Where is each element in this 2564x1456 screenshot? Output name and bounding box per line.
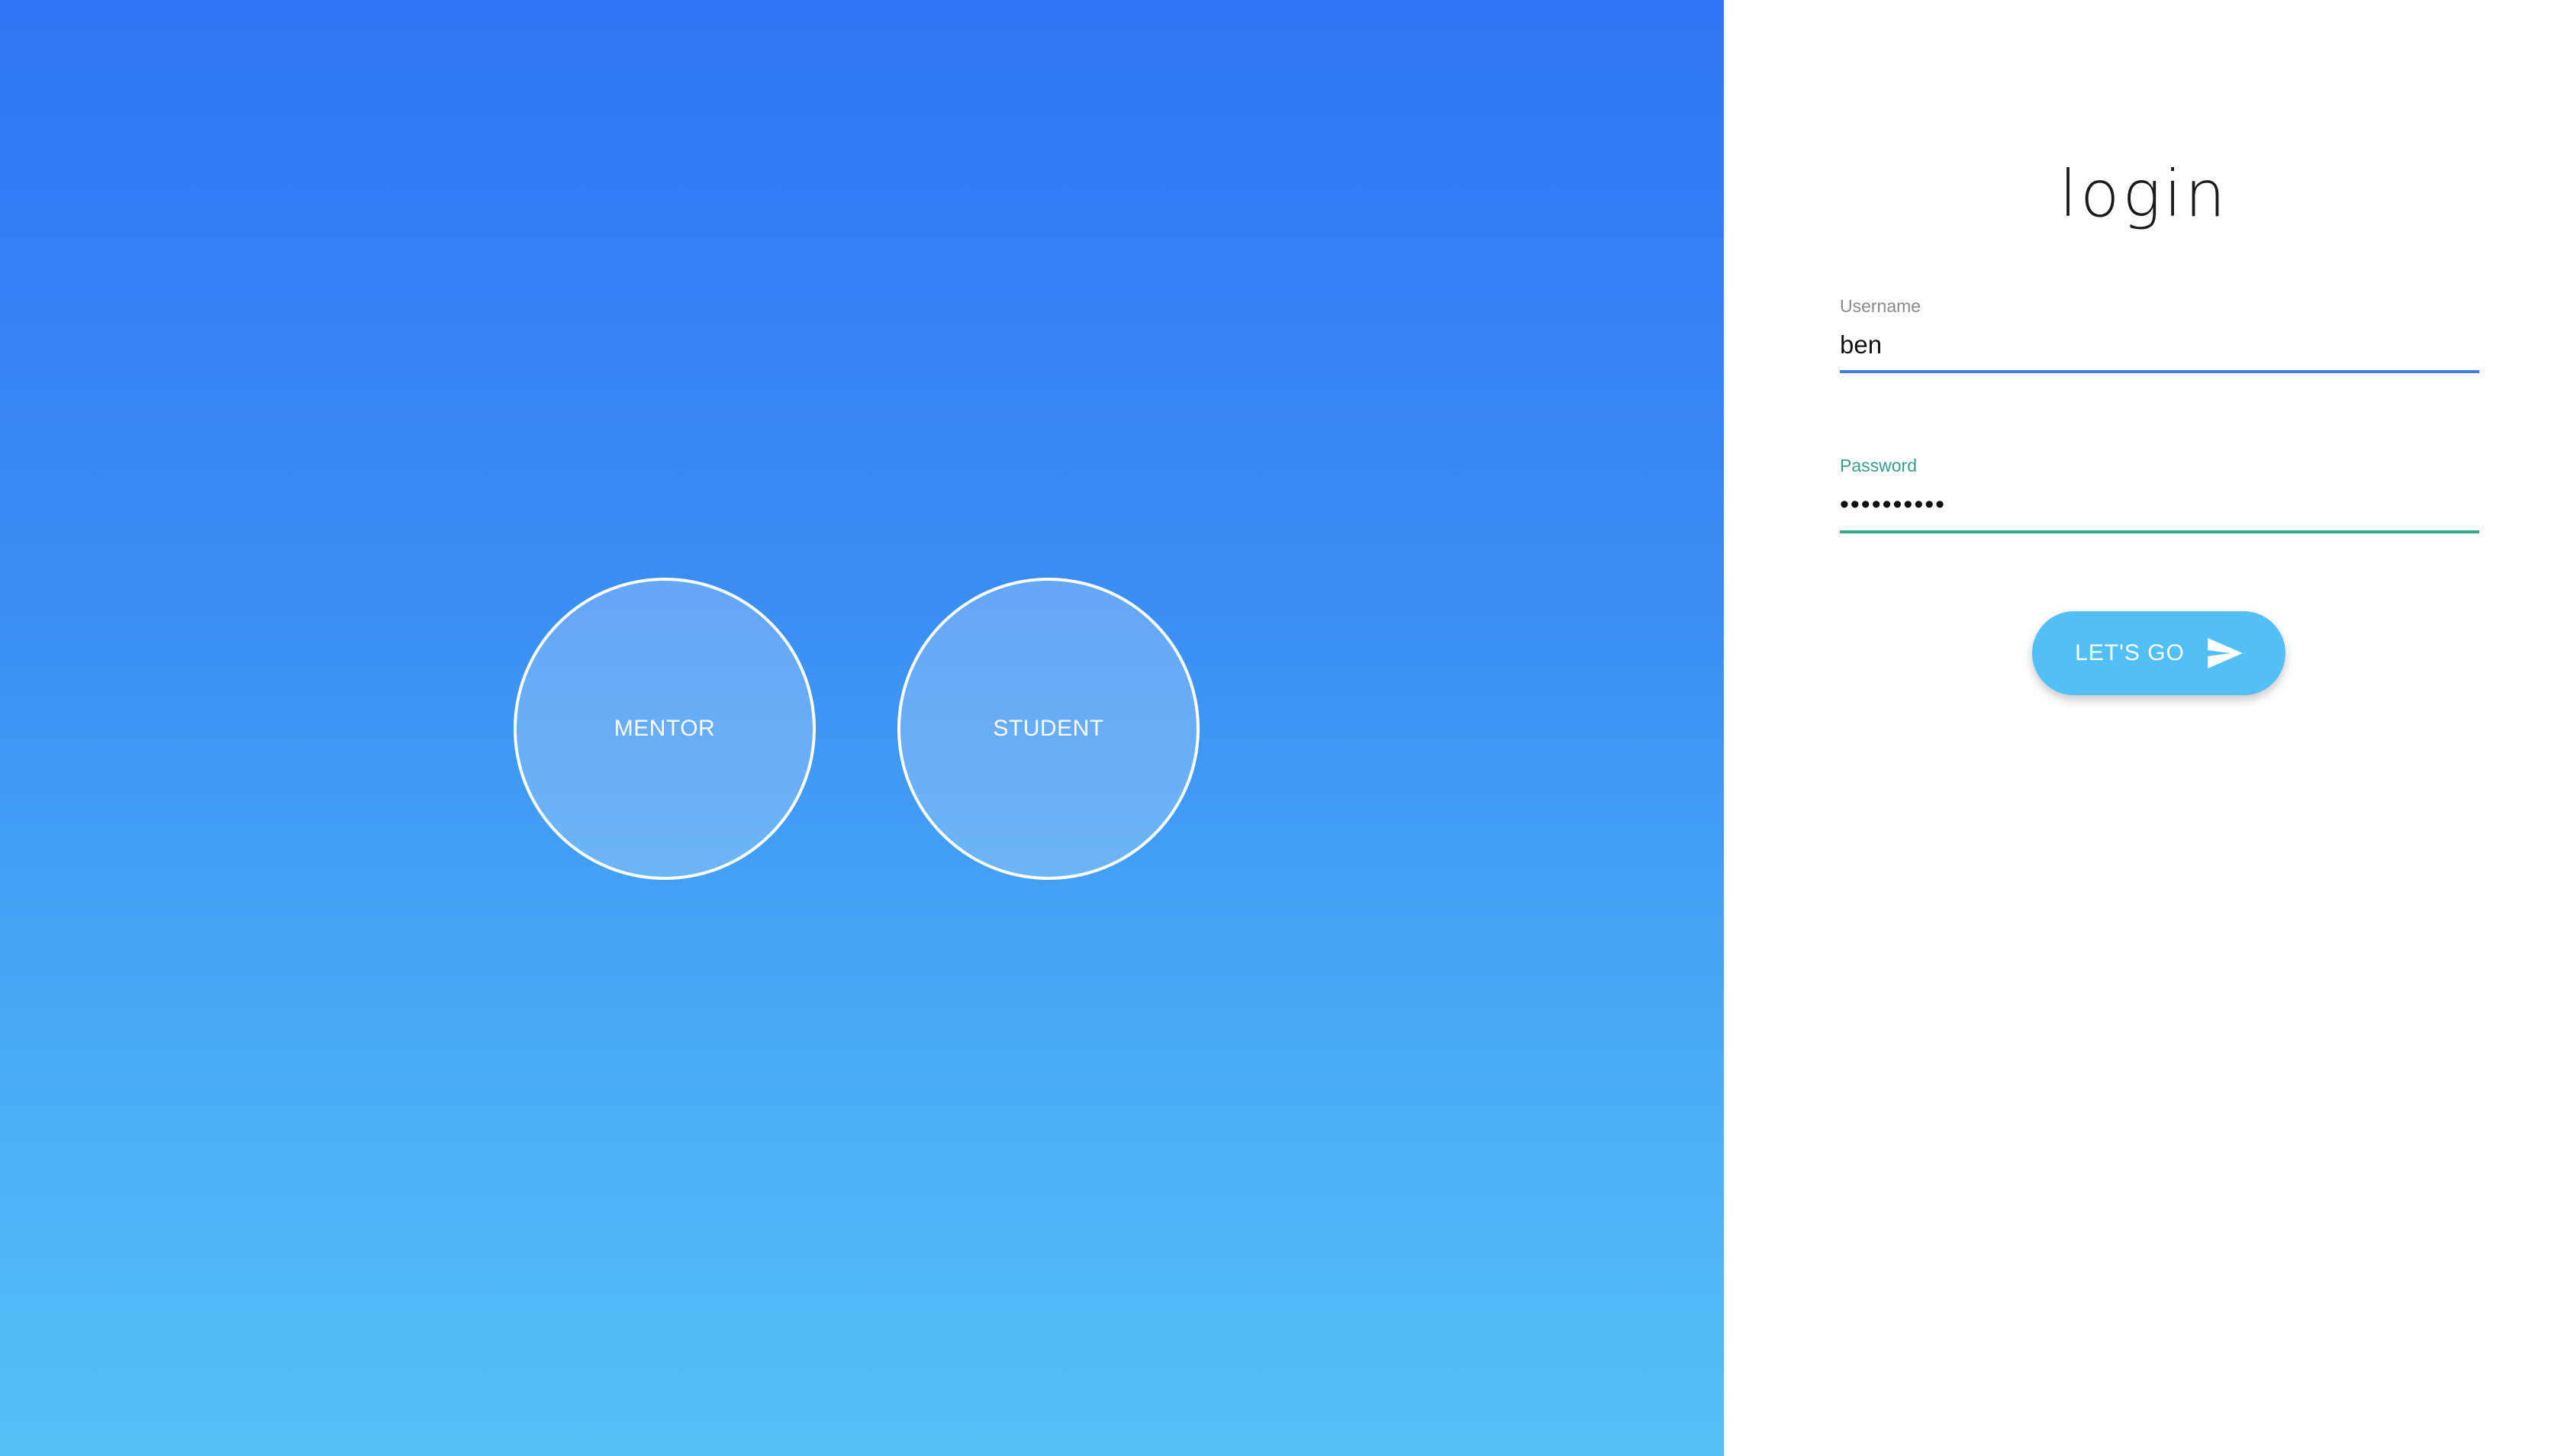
role-selection-panel: MENTOR STUDENT (0, 0, 1724, 1456)
student-role-label: STUDENT (993, 716, 1104, 741)
mentor-role-label: MENTOR (614, 716, 716, 741)
send-icon (2207, 638, 2243, 668)
student-role-button[interactable]: STUDENT (897, 578, 1200, 880)
password-input[interactable] (1840, 490, 2479, 533)
login-title: login (2059, 156, 2229, 231)
username-input[interactable] (1840, 330, 2479, 373)
password-label: Password (1840, 456, 1917, 475)
username-label: Username (1840, 296, 1921, 316)
lets-go-label: LET'S GO (2075, 640, 2185, 665)
login-page: MENTOR STUDENT login Username Password L… (0, 0, 2564, 1456)
login-panel: login Username Password LET'S GO (1724, 0, 2564, 1456)
mentor-role-button[interactable]: MENTOR (514, 578, 816, 880)
password-field: Password (1840, 456, 2479, 533)
username-field: Username (1840, 296, 2479, 373)
lets-go-button[interactable]: LET'S GO (2032, 611, 2285, 695)
